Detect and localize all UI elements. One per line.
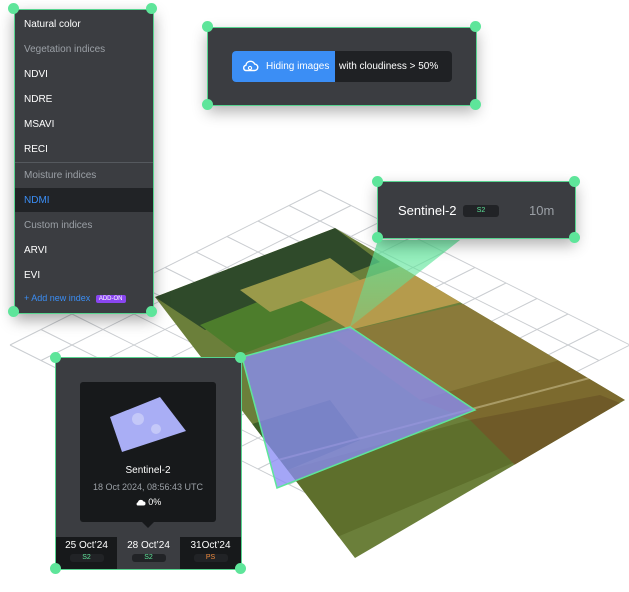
satellite-name: Sentinel-2 (398, 203, 457, 218)
satellite-badge: S2 (463, 205, 499, 217)
date-badge: S2 (69, 554, 104, 562)
menu-header-vegetation: Vegetation indices (24, 44, 106, 55)
date-badge: S2 (131, 554, 166, 562)
tooltip-cloudiness: 0% (148, 497, 162, 507)
date-item-28-oct[interactable]: 28 Oct’24 S2 (118, 537, 179, 569)
satellite-info-panel: Sentinel-2 S2 10m (377, 181, 576, 239)
menu-divider (15, 162, 153, 163)
menu-item-ndvi[interactable]: NDVI (24, 69, 48, 80)
menu-item-reci[interactable]: RECI (24, 144, 48, 155)
menu-item-evi[interactable]: EVI (24, 270, 40, 281)
date-item-31-oct[interactable]: 31Oct’24 PS (180, 537, 241, 569)
date-label: 25 Oct’24 (65, 540, 108, 551)
index-menu: Natural color Vegetation indices NDVI ND… (14, 9, 154, 314)
menu-item-ndmi[interactable]: NDMI (24, 195, 50, 206)
tooltip-arrow (142, 522, 154, 528)
date-label: 28 Oct’24 (127, 540, 170, 551)
tooltip-satellite: Sentinel-2 (125, 465, 171, 476)
resolution-label: 10m (529, 203, 555, 218)
cloud-filter-text: with cloudiness > 50% (339, 61, 439, 72)
cloud-filter-panel: Hiding images with cloudiness > 50% (207, 27, 477, 106)
date-picker-panel: Sentinel-2 18 Oct 2024, 08:56:43 UTC 0% … (55, 357, 242, 570)
menu-item-msavi[interactable]: MSAVI (24, 119, 54, 130)
add-new-index-link[interactable]: + Add new index ADD-ON (24, 293, 126, 303)
menu-header-custom: Custom indices (24, 220, 93, 231)
cloud-settings-icon (243, 60, 259, 72)
add-new-index-label: + Add new index (24, 293, 91, 303)
menu-item-arvi[interactable]: ARVI (24, 245, 47, 256)
tooltip-cloudiness-row: 0% (80, 497, 216, 507)
date-item-25-oct[interactable]: 25 Oct’24 S2 (56, 537, 117, 569)
image-preview-tooltip: Sentinel-2 18 Oct 2024, 08:56:43 UTC 0% (80, 382, 216, 528)
cloud-icon (136, 499, 146, 506)
menu-header-moisture: Moisture indices (24, 170, 97, 181)
addon-badge: ADD-ON (95, 295, 126, 303)
cloud-filter-toggle[interactable]: Hiding images with cloudiness > 50% (232, 51, 452, 82)
date-badge: PS (193, 554, 228, 562)
cloud-filter-highlight-text: Hiding images (266, 61, 330, 72)
menu-item-ndre[interactable]: NDRE (24, 94, 52, 105)
tooltip-datetime: 18 Oct 2024, 08:56:43 UTC (92, 482, 204, 492)
field-thumbnail (110, 397, 186, 452)
menu-item-natural-color[interactable]: Natural color (24, 19, 81, 30)
date-label: 31Oct’24 (190, 540, 231, 551)
